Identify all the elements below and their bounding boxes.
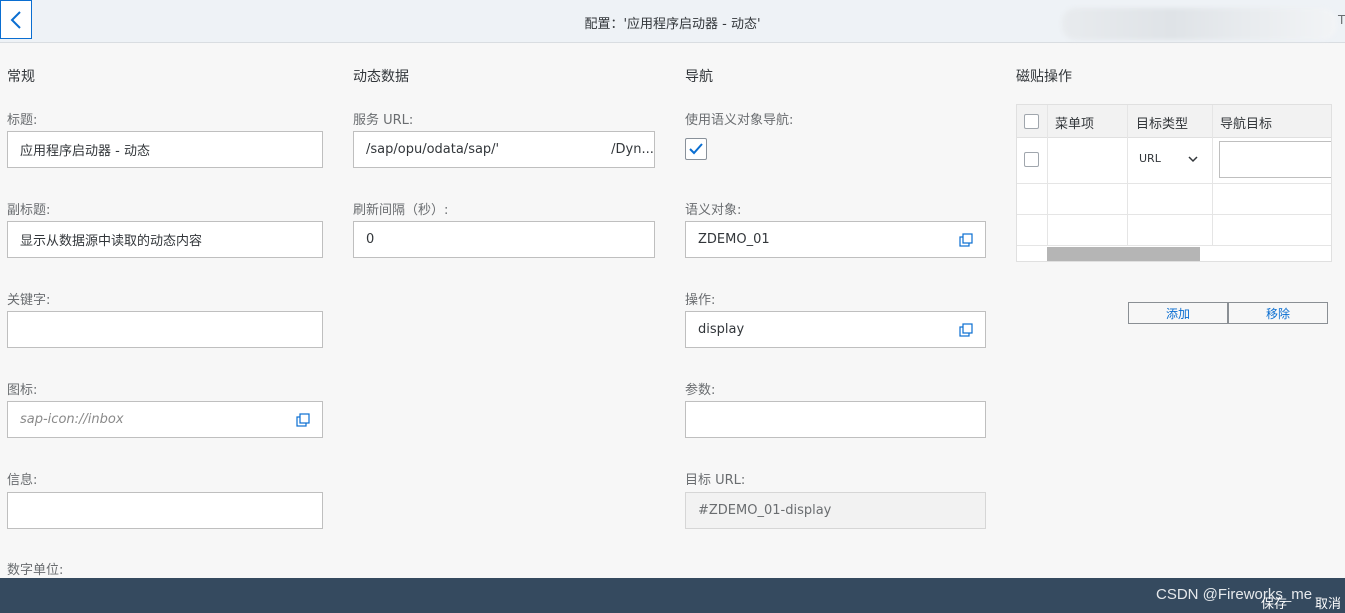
semantic-object-input[interactable]: ZDEMO_01 — [685, 221, 986, 258]
value-help-icon[interactable] — [959, 232, 973, 247]
refresh-interval-input[interactable]: 0 — [353, 221, 655, 258]
section-title-navigation: 导航 — [685, 69, 713, 85]
icon-input-value: sap-icon://inbox — [20, 412, 124, 427]
keywords-label: 关键字: — [7, 293, 51, 308]
use-semantic-label: 使用语义对象导航: — [685, 113, 794, 128]
service-url-label: 服务 URL: — [353, 113, 414, 128]
parameters-input[interactable] — [685, 401, 986, 438]
action-value: display — [698, 322, 745, 337]
blurred-region — [1062, 8, 1337, 40]
action-input[interactable]: display — [685, 311, 986, 348]
column-divider — [1127, 105, 1128, 245]
section-title-tile-actions: 磁贴操作 — [1016, 69, 1072, 85]
checkmark-icon — [689, 143, 703, 155]
info-label: 信息: — [7, 473, 38, 488]
section-title-dynamic-data: 动态数据 — [353, 69, 409, 85]
target-url-value: #ZDEMO_01-display — [698, 503, 832, 518]
column-header-menu-item[interactable]: 菜单项 — [1055, 113, 1094, 132]
select-all-checkbox[interactable] — [1024, 114, 1039, 129]
title-input-value: 应用程序启动器 - 动态 — [20, 144, 150, 159]
horizontal-scrollbar[interactable] — [1047, 247, 1200, 261]
semantic-object-value: ZDEMO_01 — [698, 232, 770, 247]
watermark: CSDN @Fireworks_me — [1156, 586, 1313, 603]
refresh-interval-label: 刷新间隔（秒）: — [353, 203, 449, 218]
column-header-target-type[interactable]: 目标类型 — [1136, 113, 1188, 132]
target-url-field: #ZDEMO_01-display — [685, 492, 986, 529]
cancel-button[interactable]: 取消 — [1315, 593, 1341, 612]
title-input[interactable]: 应用程序启动器 - 动态 — [7, 131, 323, 168]
title-label: 标题: — [7, 113, 38, 128]
header-edge-text: T — [1338, 13, 1345, 27]
tile-actions-table: 菜单项 目标类型 导航目标 URL — [1016, 104, 1332, 262]
value-help-icon[interactable] — [959, 322, 973, 337]
save-button[interactable]: 保存 — [1261, 593, 1287, 612]
row-checkbox[interactable] — [1024, 152, 1039, 167]
subtitle-input[interactable]: 显示从数据源中读取的动态内容 — [7, 221, 323, 258]
column-divider — [1047, 105, 1048, 245]
semantic-object-label: 语义对象: — [685, 203, 742, 218]
parameters-label: 参数: — [685, 383, 716, 398]
row-divider — [1017, 245, 1331, 246]
target-url-label: 目标 URL: — [685, 473, 746, 488]
icon-input[interactable]: sap-icon://inbox — [7, 401, 323, 438]
subtitle-label: 副标题: — [7, 203, 51, 218]
icon-label: 图标: — [7, 383, 38, 398]
target-type-value: URL — [1139, 152, 1161, 165]
keywords-input[interactable] — [7, 311, 323, 348]
subtitle-input-value: 显示从数据源中读取的动态内容 — [20, 234, 203, 249]
column-header-nav-target[interactable]: 导航目标 — [1220, 113, 1272, 132]
remove-button[interactable]: 移除 — [1228, 302, 1328, 324]
chevron-down-icon — [1188, 155, 1198, 162]
refresh-interval-value: 0 — [366, 232, 375, 247]
service-url-input[interactable]: /sap/opu/odata/sap/' /Dyn... — [353, 131, 655, 168]
nav-target-input[interactable] — [1219, 141, 1331, 178]
add-button[interactable]: 添加 — [1128, 302, 1228, 324]
page-header: 配置：'应用程序启动器 - 动态' T — [0, 0, 1345, 43]
service-url-part2: /Dyn... — [611, 142, 654, 157]
number-unit-label: 数字单位: — [7, 563, 64, 578]
target-type-select[interactable]: URL — [1139, 152, 1199, 165]
info-input[interactable] — [7, 492, 323, 529]
action-label: 操作: — [685, 293, 716, 308]
column-divider — [1212, 105, 1213, 245]
section-title-general: 常规 — [7, 69, 35, 85]
value-help-icon[interactable] — [296, 412, 310, 427]
row-divider — [1017, 183, 1331, 184]
row-divider — [1017, 214, 1331, 215]
service-url-part1: /sap/opu/odata/sap/' — [366, 142, 500, 157]
use-semantic-checkbox[interactable] — [685, 138, 707, 160]
footer-bar: CSDN @Fireworks_me 保存 取消 — [0, 578, 1345, 613]
